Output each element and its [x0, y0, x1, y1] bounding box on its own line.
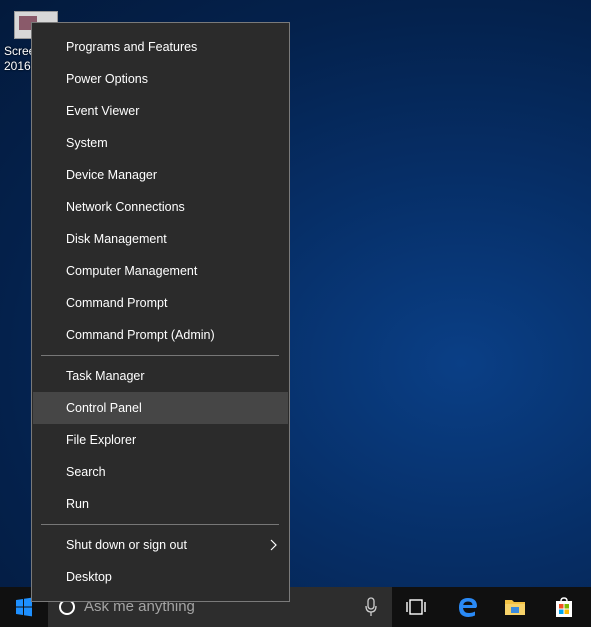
task-view-button[interactable]: [392, 587, 440, 627]
store-button[interactable]: [540, 587, 588, 627]
menu-item-disk-management[interactable]: Disk Management: [33, 223, 288, 255]
task-view-icon: [406, 599, 426, 615]
power-user-menu: Programs and Features Power Options Even…: [31, 22, 290, 602]
file-explorer-button[interactable]: [491, 587, 539, 627]
menu-separator: [41, 355, 279, 356]
microphone-icon[interactable]: [364, 597, 378, 617]
menu-item-network-connections[interactable]: Network Connections: [33, 191, 288, 223]
menu-item-search[interactable]: Search: [33, 456, 288, 488]
chevron-right-icon: [270, 539, 277, 551]
menu-item-file-explorer[interactable]: File Explorer: [33, 424, 288, 456]
menu-item-event-viewer[interactable]: Event Viewer: [33, 95, 288, 127]
menu-item-run[interactable]: Run: [33, 488, 288, 520]
edge-browser-button[interactable]: [444, 587, 492, 627]
menu-separator: [41, 524, 279, 525]
menu-item-command-prompt-admin[interactable]: Command Prompt (Admin): [33, 319, 288, 351]
menu-item-programs-and-features[interactable]: Programs and Features: [33, 31, 288, 63]
menu-item-desktop[interactable]: Desktop: [33, 561, 288, 593]
file-explorer-icon: [505, 600, 525, 615]
menu-item-device-manager[interactable]: Device Manager: [33, 159, 288, 191]
store-icon: [556, 597, 572, 617]
menu-item-shut-down-or-sign-out[interactable]: Shut down or sign out: [33, 529, 288, 561]
menu-item-computer-management[interactable]: Computer Management: [33, 255, 288, 287]
edge-browser-icon: [459, 598, 477, 617]
menu-item-control-panel[interactable]: Control Panel: [33, 392, 288, 424]
menu-item-power-options[interactable]: Power Options: [33, 63, 288, 95]
menu-item-task-manager[interactable]: Task Manager: [33, 360, 288, 392]
menu-item-command-prompt[interactable]: Command Prompt: [33, 287, 288, 319]
menu-item-system[interactable]: System: [33, 127, 288, 159]
menu-item-label: Shut down or sign out: [66, 538, 187, 552]
